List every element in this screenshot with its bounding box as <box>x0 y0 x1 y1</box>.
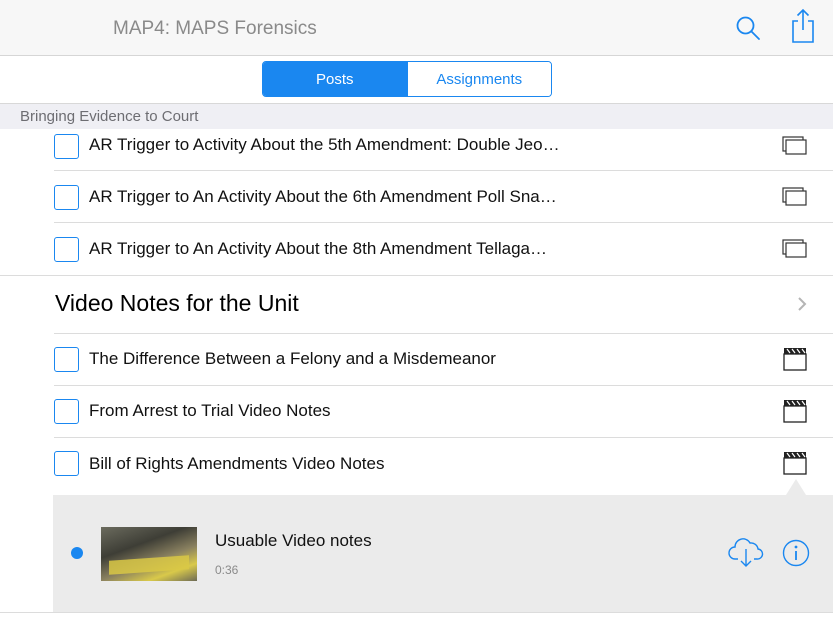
item-label: AR Trigger to An Activity About the 6th … <box>89 187 557 206</box>
checkbox[interactable] <box>54 399 79 424</box>
segment-assignments[interactable]: Assignments <box>406 62 551 96</box>
list-item[interactable]: AR Trigger to Activity About the 5th Ame… <box>0 129 833 171</box>
checkbox[interactable] <box>54 451 79 476</box>
cloud-download-icon <box>728 538 764 567</box>
info-button[interactable] <box>782 539 810 567</box>
item-label: The Difference Between a Felony and a Mi… <box>89 349 496 368</box>
share-icon <box>792 8 814 43</box>
list-item[interactable]: AR Trigger to An Activity About the 8th … <box>0 223 833 276</box>
section-title: Bringing Evidence to Court <box>20 108 199 125</box>
info-icon <box>782 539 810 567</box>
checkbox[interactable] <box>54 134 79 159</box>
clapperboard-icon <box>783 400 807 423</box>
chevron-right-icon <box>798 297 807 311</box>
row-divider <box>0 612 833 613</box>
detail-pointer <box>786 479 806 495</box>
page-title: MAP4: MAPS Forensics <box>113 18 317 39</box>
item-label: Bill of Rights Amendments Video Notes <box>89 454 385 473</box>
search-button[interactable] <box>730 10 766 46</box>
checkbox[interactable] <box>54 185 79 210</box>
item-label: From Arrest to Trial Video Notes <box>89 401 331 420</box>
download-button[interactable] <box>728 535 764 569</box>
section-header: Bringing Evidence to Court <box>0 103 833 129</box>
search-icon <box>736 16 760 40</box>
list-item[interactable]: The Difference Between a Felony and a Mi… <box>0 334 833 386</box>
clapperboard-icon <box>783 348 807 371</box>
item-label: AR Trigger to Activity About the 5th Ame… <box>89 135 560 154</box>
segment-posts[interactable]: Posts <box>263 62 407 96</box>
navigation-bar: MAP4: MAPS Forensics <box>0 0 833 56</box>
clapperboard-icon <box>783 452 807 475</box>
list-item[interactable]: Bill of Rights Amendments Video Notes <box>0 438 833 495</box>
unit-title: Video Notes for the Unit <box>55 290 299 316</box>
checkbox[interactable] <box>54 347 79 372</box>
video-title: Usuable Video notes <box>215 531 372 550</box>
list-item[interactable]: From Arrest to Trial Video Notes <box>0 386 833 438</box>
video-duration: 0:36 <box>215 563 239 577</box>
stacked-pages-icon <box>782 239 807 258</box>
unread-indicator <box>71 547 83 559</box>
item-label: AR Trigger to An Activity About the 8th … <box>89 239 548 258</box>
share-button[interactable] <box>785 8 821 44</box>
stacked-pages-icon <box>782 136 807 155</box>
posts-assignments-segmented-control: Posts Assignments <box>262 61 552 97</box>
checkbox[interactable] <box>54 237 79 262</box>
unit-row[interactable]: Video Notes for the Unit <box>0 276 833 334</box>
stacked-pages-icon <box>782 187 807 206</box>
list-item[interactable]: AR Trigger to An Activity About the 6th … <box>0 171 833 223</box>
video-detail-panel: Usuable Video notes 0:36 <box>53 495 833 612</box>
video-thumbnail[interactable] <box>101 527 197 581</box>
